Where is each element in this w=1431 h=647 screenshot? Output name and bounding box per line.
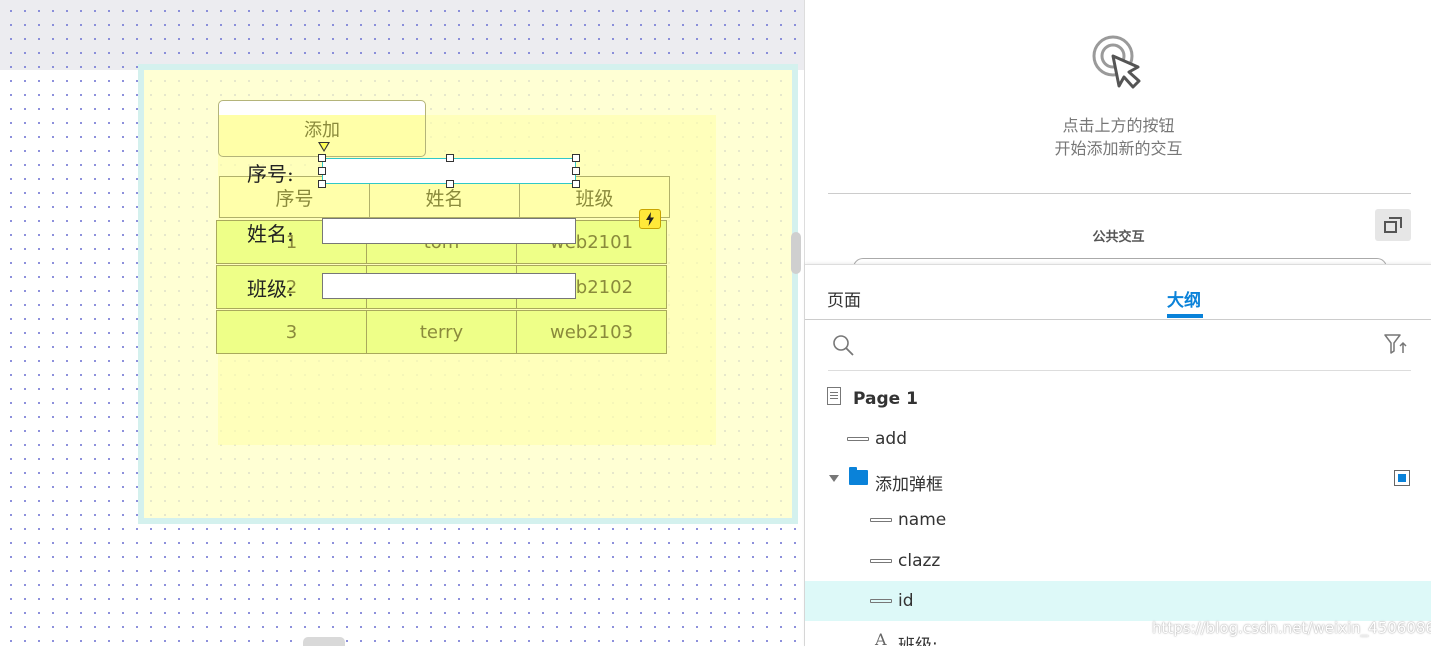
tab-pages[interactable]: 页面 — [827, 286, 861, 311]
right-panel: 点击上方的按钮 开始添加新的交互 公共交互 页面 大纲 Page 1 add 添… — [804, 0, 1431, 647]
name-input[interactable] — [322, 218, 576, 244]
tree-item-label: Page 1 — [853, 389, 918, 409]
table-cell[interactable]: web2103 — [516, 310, 667, 354]
tree-item-label: clazz — [898, 551, 941, 571]
tree-item-name[interactable]: name — [805, 500, 1431, 540]
table-row[interactable]: 3 terry web2103 — [216, 310, 667, 354]
id-label[interactable]: 序号: — [247, 158, 294, 187]
resize-handle[interactable] — [572, 180, 580, 188]
tree-item-group[interactable]: 添加弹框 — [805, 460, 1431, 500]
horizontal-scrollbar[interactable] — [303, 637, 345, 646]
resize-handle[interactable] — [572, 154, 580, 162]
resize-handle[interactable] — [572, 167, 580, 175]
divider — [828, 193, 1411, 194]
tree-item-add[interactable]: add — [805, 419, 1431, 459]
resize-handle[interactable] — [318, 167, 326, 175]
popout-icon — [1384, 217, 1402, 233]
widget-icon — [870, 559, 892, 563]
anchor-triangle-icon[interactable] — [318, 142, 330, 152]
divider — [828, 370, 1411, 371]
tab-outline[interactable]: 大纲 — [1167, 286, 1201, 311]
tree-item-label: name — [898, 510, 947, 530]
table-cell[interactable]: terry — [366, 310, 517, 354]
widget-icon — [870, 599, 892, 603]
tree-item-label: 班级: — [898, 636, 938, 646]
resize-handle[interactable] — [446, 154, 454, 162]
table-cell[interactable]: 3 — [216, 310, 367, 354]
outline-search-input[interactable] — [863, 332, 1367, 360]
tree-item-label: id — [898, 591, 914, 611]
resize-handle[interactable] — [446, 180, 454, 188]
active-tab-indicator — [1167, 314, 1203, 318]
click-cursor-icon[interactable] — [1089, 34, 1149, 94]
tree-item-label: add — [875, 429, 907, 449]
interaction-hint-line1: 点击上方的按钮 — [1062, 116, 1175, 135]
widget-icon — [870, 518, 892, 522]
tab-divider — [805, 319, 1431, 320]
clazz-input[interactable] — [322, 273, 576, 299]
canvas-top-band — [0, 0, 804, 70]
tree-item-page[interactable]: Page 1 — [805, 379, 1431, 419]
tree-item-label: 添加弹框 — [875, 475, 943, 495]
vertical-scrollbar[interactable] — [791, 232, 801, 274]
search-icon[interactable] — [831, 333, 855, 357]
tree-item-id[interactable]: id — [805, 581, 1431, 621]
widget-icon — [847, 437, 869, 441]
text-widget-icon: A — [875, 630, 887, 646]
lightning-icon[interactable] — [639, 209, 661, 229]
watermark: https://blog.csdn.net/weixin_45060861 — [1152, 619, 1431, 637]
toggle-square-icon — [1398, 474, 1406, 482]
resize-handle[interactable] — [318, 154, 326, 162]
clazz-label[interactable]: 班级: — [247, 273, 294, 302]
resize-handle[interactable] — [318, 180, 326, 188]
page-icon — [827, 387, 841, 405]
expand-arrow-icon[interactable] — [829, 475, 839, 482]
popout-button[interactable] — [1375, 209, 1411, 241]
lightning-glyph-icon — [646, 212, 654, 226]
group-visibility-toggle[interactable] — [1394, 470, 1410, 486]
interaction-hint-line2: 开始添加新的交互 — [1054, 139, 1183, 158]
filter-icon[interactable] — [1383, 333, 1407, 355]
public-interactions-title: 公共交互 — [1092, 230, 1145, 245]
interaction-pane: 点击上方的按钮 开始添加新的交互 公共交互 — [805, 0, 1431, 278]
folder-icon — [849, 467, 868, 485]
name-label[interactable]: 姓名: — [247, 218, 294, 247]
tree-item-clazz[interactable]: clazz — [805, 541, 1431, 581]
design-canvas[interactable]: 添加 序号 姓名 班级 1 tom web2101 2 web2102 3 te… — [0, 0, 804, 646]
